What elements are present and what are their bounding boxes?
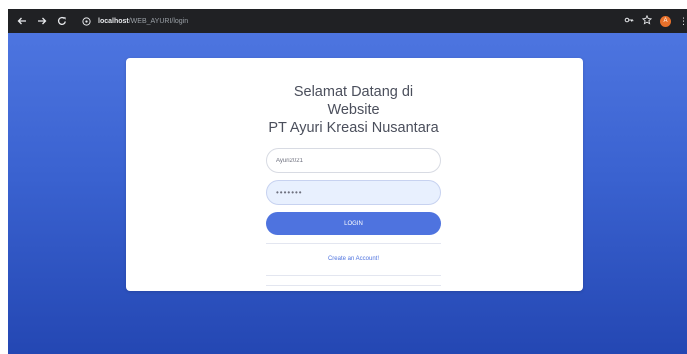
- create-account-link[interactable]: Create an Account!: [266, 256, 441, 263]
- key-icon: [624, 17, 634, 23]
- password-manager-button[interactable]: [624, 12, 634, 30]
- info-icon: [81, 16, 91, 26]
- star-icon: [641, 14, 653, 25]
- url-path: /WEB_AYURI/login: [128, 17, 189, 25]
- reload-icon: [57, 16, 66, 25]
- login-card: Selamat Datang di Website PT Ayuri Kreas…: [126, 58, 583, 291]
- url-host: localhost: [98, 17, 129, 25]
- browser-toolbar: localhost/WEB_AYURI/login A ⋮: [8, 9, 687, 33]
- browser-menu-icon[interactable]: ⋮: [679, 16, 687, 26]
- site-info-button[interactable]: [80, 15, 92, 27]
- login-button[interactable]: LOGIN: [266, 212, 441, 235]
- divider: [266, 285, 441, 286]
- divider: [266, 243, 441, 244]
- password-input[interactable]: [266, 180, 441, 205]
- reload-button[interactable]: [54, 13, 70, 29]
- login-form: Selamat Datang di Website PT Ayuri Kreas…: [266, 83, 441, 286]
- divider: [266, 275, 441, 276]
- title-line-1: Selamat Datang di Website: [293, 84, 414, 118]
- toolbar-actions: A ⋮: [624, 12, 687, 30]
- back-button[interactable]: [14, 13, 30, 29]
- forward-button[interactable]: [34, 13, 50, 29]
- page-background: Selamat Datang di Website PT Ayuri Kreas…: [8, 33, 687, 354]
- arrow-right-icon: [38, 17, 47, 25]
- bookmark-button[interactable]: [641, 12, 653, 30]
- profile-avatar[interactable]: A: [660, 15, 671, 27]
- address-bar[interactable]: localhost/WEB_AYURI/login: [78, 12, 188, 30]
- page-title: Selamat Datang di Website PT Ayuri Kreas…: [266, 83, 441, 137]
- arrow-left-icon: [17, 17, 26, 25]
- title-line-2: PT Ayuri Kreasi Nusantara: [268, 120, 439, 136]
- username-input[interactable]: [266, 148, 441, 173]
